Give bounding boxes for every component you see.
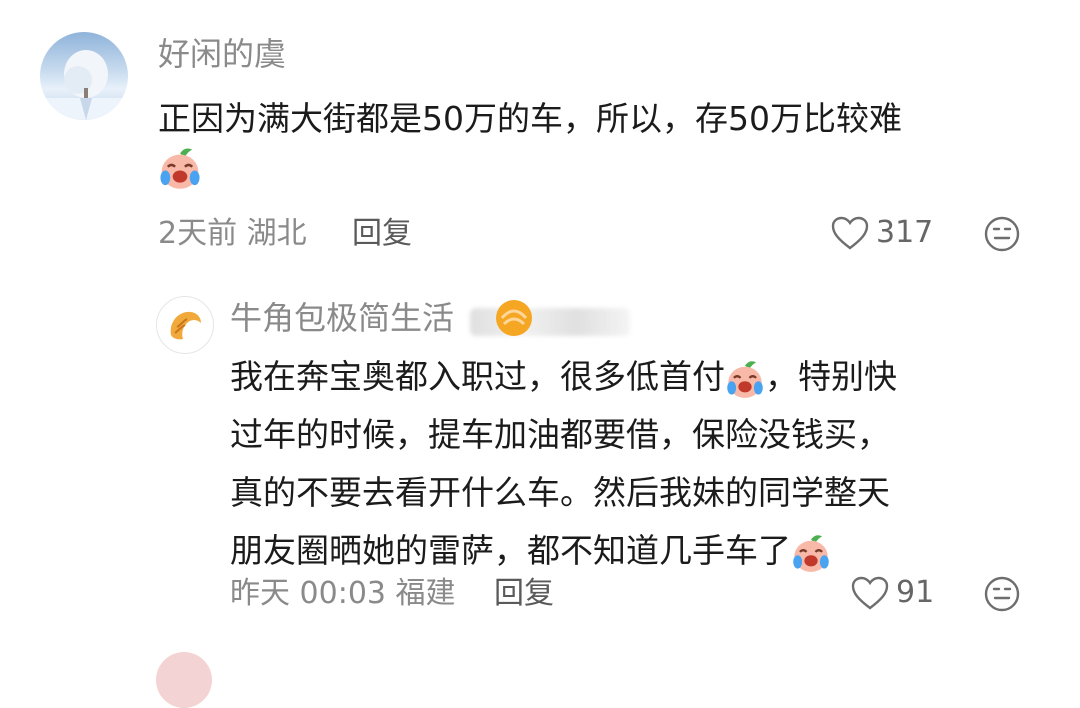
like-count: 91 [896,575,935,610]
croissant-icon [170,311,201,340]
text-segment: 我在奔宝奥都入职过，很多低首付 [230,357,725,396]
heart-icon [831,216,869,250]
comment-meta: 昨天 00:03 福建 [230,574,456,614]
heart-icon [851,576,889,610]
avatar[interactable] [40,32,128,120]
comment-body: 正因为满大街都是50万的车，所以，存50万比较难 [158,99,902,138]
comment-meta: 2天前 湖北 [158,214,307,254]
dislike-face-icon[interactable] [982,574,1022,614]
location: 福建 [395,576,456,611]
timestamp: 昨天 00:03 [230,576,386,611]
crying-peach-emoji-icon [159,147,201,190]
comment-text: 我在奔宝奥都入职过，很多低首付 ，特别快 过年的时候，提车加油都要借，保险没钱买，… [230,352,1030,576]
text-segment: ，特别快 [765,357,897,396]
username[interactable]: 好闲的虞 [158,34,286,74]
crying-peach-emoji-icon [792,533,830,573]
timestamp: 2天前 [158,216,238,251]
username[interactable]: 牛角包极简生活 [230,298,454,338]
like-button[interactable]: 91 [850,572,934,614]
text-line: 我在奔宝奥都入职过，很多低首付 ，特别快 [230,352,1030,402]
like-button[interactable]: 317 [830,212,933,254]
badge-icon [496,300,532,336]
comment-text: 正因为满大街都是50万的车，所以，存50万比较难 [158,94,1038,144]
reply-button[interactable]: 回复 [352,214,412,254]
dislike-face-icon[interactable] [982,214,1022,254]
like-count: 317 [876,215,934,250]
location: 湖北 [246,216,307,251]
text-line: 朋友圈晒她的雷萨，都不知道几手车了 [230,526,1030,576]
avatar[interactable] [156,296,214,354]
avatar[interactable] [156,652,212,708]
reply-button[interactable]: 回复 [494,574,554,614]
text-line: 过年的时候，提车加油都要借，保险没钱买， [230,415,890,454]
snowy-tree-image [40,50,128,120]
text-line: 真的不要去看开什么车。然后我妹的同学整天 [230,473,890,512]
text-segment: 朋友圈晒她的雷萨，都不知道几手车了 [230,531,791,570]
crying-peach-emoji-icon [726,359,764,399]
